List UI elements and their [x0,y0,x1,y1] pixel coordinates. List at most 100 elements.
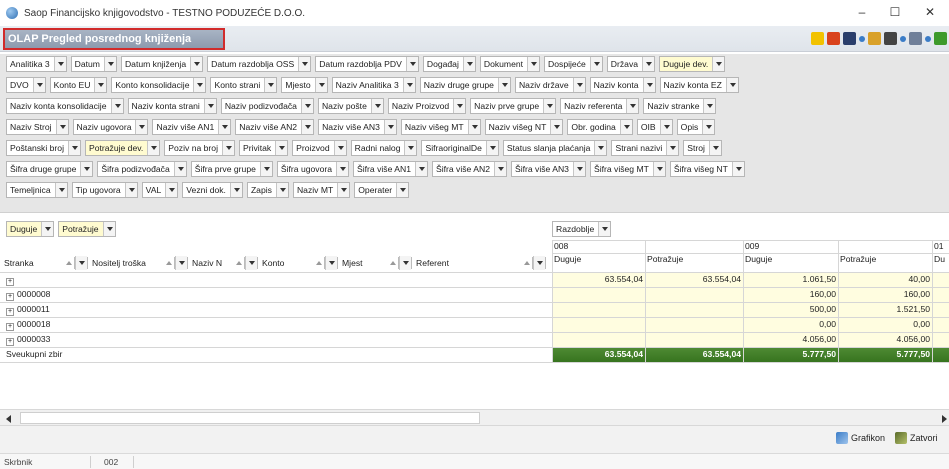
chevron-down-icon[interactable] [598,222,611,236]
field-chip[interactable]: Privitak [238,140,289,156]
field-chip[interactable]: Naziv konta strani [127,98,217,114]
field-chip[interactable]: Stroj [683,140,722,156]
arrow-right-icon[interactable] [859,35,865,42]
chevron-down-icon[interactable] [55,120,68,134]
scroll-right-icon[interactable] [942,415,947,423]
chevron-down-icon[interactable] [543,99,556,113]
chevron-down-icon[interactable] [221,141,234,155]
chevron-down-icon[interactable] [383,120,396,134]
chevron-down-icon[interactable] [110,99,123,113]
chevron-down-icon[interactable] [485,141,498,155]
field-chip[interactable]: Dospijeće [544,56,603,72]
row-field-header[interactable]: Naziv N [192,256,258,270]
chevron-down-icon[interactable] [702,120,715,134]
chevron-down-icon[interactable] [41,222,54,236]
row-field-header[interactable]: Konto [262,256,338,270]
field-chip[interactable]: Naziv više AN1 [152,119,232,135]
row-field-header[interactable]: Stranka [4,256,88,270]
chevron-down-icon[interactable] [404,141,417,155]
field-chip[interactable]: Duguje dev. [659,56,726,72]
field-chip[interactable]: Naziv Analitika 3 [331,77,416,93]
chevron-down-icon[interactable] [314,78,327,92]
expand-icon[interactable]: + [6,308,14,316]
chevron-down-icon[interactable] [275,141,288,155]
chevron-down-icon[interactable] [626,99,639,113]
field-chip[interactable]: Naziv podizvođača [220,98,314,114]
close-window-button[interactable]: ✕ [920,4,940,20]
close-button[interactable]: Zatvori [895,432,938,444]
filter-dropdown[interactable] [74,256,88,270]
field-chip[interactable]: Naziv višeg NT [484,119,564,135]
print-icon[interactable] [884,32,897,45]
scroll-left-icon[interactable] [6,415,11,423]
chevron-down-icon[interactable] [245,256,257,270]
chevron-down-icon[interactable] [405,57,418,71]
chevron-down-icon[interactable] [301,120,314,134]
chevron-down-icon[interactable] [572,78,585,92]
chevron-down-icon[interactable] [462,57,475,71]
field-chip[interactable]: Naziv Proizvod [387,98,467,114]
chevron-down-icon[interactable] [402,78,415,92]
field-chip[interactable]: Država [606,56,656,72]
chevron-down-icon[interactable] [54,183,67,197]
table-row[interactable]: +0000008 [6,288,546,301]
chevron-down-icon[interactable] [124,183,137,197]
chevron-down-icon[interactable] [32,78,45,92]
horizontal-scrollbar[interactable] [0,409,949,426]
sort-icon[interactable] [236,261,242,265]
chevron-down-icon[interactable] [75,256,87,270]
chevron-down-icon[interactable] [325,256,337,270]
chevron-down-icon[interactable] [550,120,563,134]
chevron-down-icon[interactable] [103,57,116,71]
field-chip[interactable]: Naziv višeg MT [400,119,481,135]
field-chip[interactable]: Konto strani [210,77,278,93]
chevron-down-icon[interactable] [190,57,203,71]
field-chip[interactable]: Datum [70,56,117,72]
chevron-down-icon[interactable] [415,162,427,176]
filter-dropdown[interactable] [244,256,258,270]
chevron-down-icon[interactable] [370,99,383,113]
chevron-down-icon[interactable] [731,162,744,176]
chevron-down-icon[interactable] [298,57,311,71]
sort-icon[interactable] [316,261,322,265]
table-row[interactable]: + [6,273,546,286]
field-chip[interactable]: Šifra višeg NT [669,161,745,177]
chevron-down-icon[interactable] [642,57,655,71]
field-chip[interactable]: Naziv Stroj [6,119,69,135]
filter-dropdown[interactable] [398,256,412,270]
column-field-chip[interactable]: Razdoblje [552,221,612,237]
chevron-down-icon[interactable] [453,99,466,113]
field-chip[interactable]: Poziv na broj [164,140,235,156]
field-chip[interactable]: Mjesto [281,77,328,93]
export-icon[interactable] [827,32,840,45]
chevron-down-icon[interactable] [300,99,313,113]
chevron-down-icon[interactable] [203,99,216,113]
row-field-header[interactable]: Nositelj troška [92,256,188,270]
field-chip[interactable]: Naziv stranke [643,98,717,114]
field-chip[interactable]: Konto konsolidacije [111,77,207,93]
field-chip[interactable]: Konto EU [49,77,108,93]
chevron-down-icon[interactable] [652,162,665,176]
field-chip[interactable]: Naziv više AN2 [235,119,315,135]
field-chip[interactable]: Naziv konta konsolidacije [6,98,124,114]
field-chip[interactable]: Radni nalog [350,140,418,156]
field-chip[interactable]: VAL [141,182,179,198]
field-chip[interactable]: Naziv više AN3 [318,119,397,135]
field-chip[interactable]: Šifra više AN2 [432,161,507,177]
filter-dropdown[interactable] [324,256,338,270]
field-chip[interactable]: Poštanski broj [6,140,81,156]
table-row[interactable]: +0000011 [6,303,546,316]
field-chip[interactable]: OIB [636,119,673,135]
field-chip[interactable]: Naziv prve grupe [470,98,557,114]
expand-icon[interactable]: + [6,278,14,286]
field-chip[interactable]: Naziv konta EZ [659,77,739,93]
chevron-down-icon[interactable] [67,141,80,155]
chevron-down-icon[interactable] [147,141,160,155]
field-chip[interactable]: SifraoriginalDe [421,140,499,156]
field-chip[interactable]: Strani nazivi [611,140,680,156]
row-field-header[interactable]: Referent [416,256,546,270]
star-icon[interactable] [811,32,824,45]
chevron-down-icon[interactable] [229,183,242,197]
field-chip[interactable]: Temeljnica [6,182,68,198]
field-chip[interactable]: Naziv pošte [317,98,384,114]
